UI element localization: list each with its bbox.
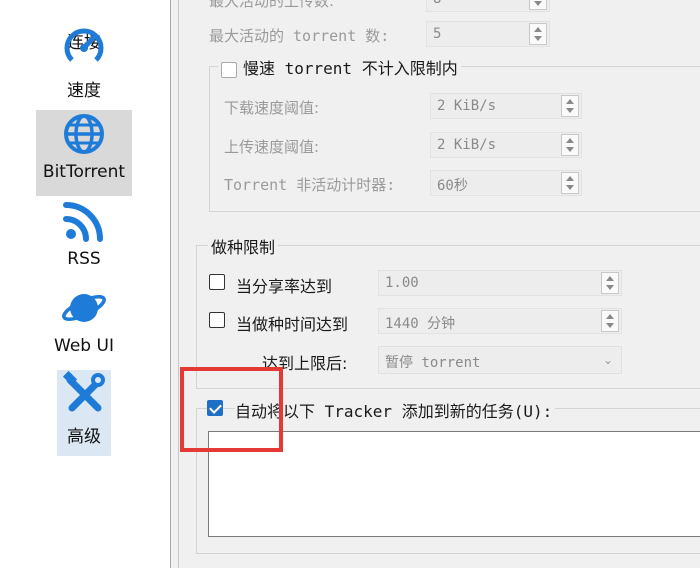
tools-icon <box>60 370 108 418</box>
ratio-limit-spinbox[interactable]: 1.00 <box>378 270 622 296</box>
inactivity-timer-spinbox[interactable]: 60秒 <box>430 170 582 196</box>
max-active-torrents-spinbox[interactable]: 5 <box>426 21 550 47</box>
download-threshold-spinbox[interactable]: 2 KiB/s <box>430 93 582 119</box>
max-active-uploads-spinbox[interactable]: 8 <box>426 0 550 12</box>
rss-icon <box>60 197 108 245</box>
sidebar-item-label: 高级 <box>67 427 101 447</box>
limit-action-value: 暂停 torrent <box>385 355 481 371</box>
spin-arrows-icon[interactable] <box>561 134 579 156</box>
upload-threshold-spinbox[interactable]: 2 KiB/s <box>430 132 582 158</box>
spin-arrows-icon[interactable] <box>529 23 547 45</box>
sidebar-item-bittorrent[interactable]: BitTorrent <box>36 110 132 196</box>
options-sidebar: 连接 速度 BitTorrent RSS Web UI 高级 <box>0 0 171 568</box>
spin-arrows-icon[interactable] <box>561 95 579 117</box>
pane-divider <box>178 0 179 568</box>
max-active-torrents-label: 最大活动的 torrent 数: <box>209 27 390 45</box>
chevron-down-icon: ⌄ <box>602 353 613 367</box>
limit-action-dropdown[interactable]: 暂停 torrent ⌄ <box>378 346 622 374</box>
max-active-uploads-label: 最大活动的上传数: <box>209 0 335 10</box>
slow-torrents-checkbox[interactable] <box>221 62 237 78</box>
slow-torrents-header: 慢速 torrent 不计入限制内 <box>218 56 461 78</box>
sidebar-item-label: 速度 <box>67 81 101 101</box>
seeding-time-value: 1440 分钟 <box>385 316 456 332</box>
planet-icon <box>60 284 108 332</box>
upload-threshold-value: 2 KiB/s <box>437 137 497 153</box>
ratio-limit-checkbox[interactable] <box>209 274 225 290</box>
globe-icon <box>60 110 108 158</box>
inactivity-timer-value: 60秒 <box>437 178 468 194</box>
sidebar-item-label: BitTorrent <box>42 162 126 182</box>
spin-arrows-icon[interactable] <box>529 0 547 10</box>
auto-add-trackers-label: 自动将以下 Tracker 添加到新的任务(U): <box>235 398 556 422</box>
sidebar-item-webui[interactable]: Web UI <box>36 284 132 370</box>
speedometer-icon <box>60 24 108 72</box>
spin-arrows-icon[interactable] <box>601 310 619 332</box>
sidebar-item-label: Web UI <box>54 336 114 356</box>
max-active-torrents-value: 5 <box>433 26 442 42</box>
seeding-limits-title: 做种限制 <box>208 234 279 258</box>
spin-arrows-icon[interactable] <box>601 272 619 294</box>
slow-torrents-label: 慢速 torrent 不计入限制内 <box>243 59 458 78</box>
annotation-highlight-box <box>180 367 283 452</box>
seeding-time-label: 当做种时间达到 <box>236 315 349 334</box>
sidebar-item-advanced[interactable]: 高级 <box>36 370 132 456</box>
seeding-time-spinbox[interactable]: 1440 分钟 <box>378 308 622 334</box>
max-active-uploads-value: 8 <box>433 0 441 7</box>
sidebar-item-speed[interactable]: 速度 <box>36 24 132 110</box>
ratio-limit-value: 1.00 <box>385 275 419 291</box>
sidebar-item-label: RSS <box>67 249 101 269</box>
ratio-limit-label: 当分享率达到 <box>236 277 333 296</box>
connection-icon <box>60 0 108 24</box>
upload-threshold-label: 上传速度阈值: <box>224 138 320 156</box>
spin-arrows-icon[interactable] <box>561 172 579 194</box>
seeding-time-checkbox[interactable] <box>209 312 225 328</box>
sidebar-item-rss[interactable]: RSS <box>36 197 132 283</box>
download-threshold-value: 2 KiB/s <box>437 98 497 114</box>
inactivity-timer-label: Torrent 非活动计时器: <box>224 176 396 194</box>
download-threshold-label: 下载速度阈值: <box>224 99 320 117</box>
